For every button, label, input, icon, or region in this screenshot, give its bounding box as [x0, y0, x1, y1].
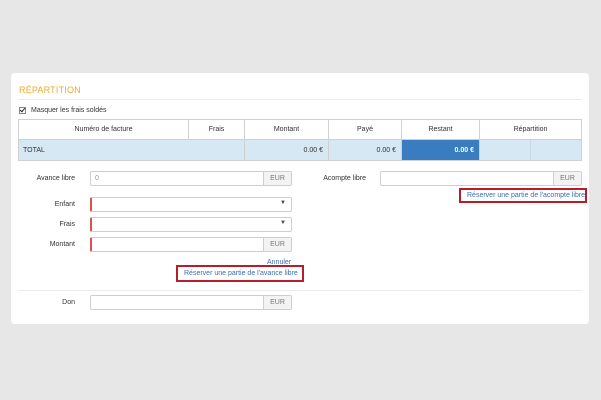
reserve-avance-callout: Réserver une partie de l'avance libre [176, 265, 304, 282]
reserve-acompte-callout: Réserver une partie de l'acompte libre [459, 188, 587, 203]
avance-libre-value: 0 [95, 175, 99, 182]
frais-select[interactable]: ▼ [90, 217, 292, 232]
summary-table: Numéro de facture Frais Montant Payé Res… [18, 119, 582, 161]
hide-paid-label: Masquer les frais soldés [31, 107, 107, 114]
form-divider [18, 290, 582, 291]
total-label: TOTAL [18, 139, 245, 161]
col-header-restant: Restant [401, 119, 480, 140]
don-input[interactable]: EUR [90, 295, 292, 310]
acompte-libre-label: Acompte libre [323, 175, 366, 182]
dropdown-caret-icon: ▼ [280, 200, 286, 206]
total-row: TOTAL 0.00 € 0.00 € 0.00 € [18, 139, 582, 161]
title-divider [18, 99, 582, 100]
don-label: Don [62, 299, 75, 306]
avance-libre-label: Avance libre [36, 175, 75, 182]
avance-libre-input[interactable]: 0 EUR [90, 171, 292, 186]
avance-libre-unit: EUR [263, 172, 291, 185]
col-header-repartition: Répartition [479, 119, 582, 140]
frais-label: Frais [59, 221, 75, 228]
table-header-row: Numéro de facture Frais Montant Payé Res… [18, 119, 582, 140]
col-header-paye: Payé [328, 119, 402, 140]
montant-input[interactable]: EUR [90, 237, 292, 252]
col-header-frais: Frais [188, 119, 245, 140]
montant-label: Montant [49, 241, 75, 248]
dropdown-caret-icon: ▼ [280, 220, 286, 226]
section-title: RÉPARTITION [19, 85, 81, 95]
enfant-select[interactable]: ▼ [90, 197, 292, 212]
don-unit: EUR [263, 296, 291, 309]
total-montant: 0.00 € [244, 139, 329, 161]
reserve-acompte-link[interactable]: Réserver une partie de l'acompte libre [467, 192, 585, 199]
enfant-label: Enfant [54, 201, 75, 208]
total-paye: 0.00 € [328, 139, 402, 161]
hide-paid-checkbox[interactable]: Masquer les frais soldés [19, 107, 106, 114]
col-header-invoice: Numéro de facture [18, 119, 189, 140]
col-header-montant: Montant [244, 119, 329, 140]
reserve-avance-link[interactable]: Réserver une partie de l'avance libre [184, 270, 298, 277]
repartition-panel: RÉPARTITION Masquer les frais soldés Num… [11, 73, 589, 324]
total-restant: 0.00 € [401, 139, 480, 161]
checkbox-checked-icon[interactable] [19, 107, 26, 114]
total-repartition [479, 139, 582, 161]
acompte-libre-input[interactable]: EUR [380, 171, 582, 186]
montant-unit: EUR [263, 238, 291, 251]
acompte-libre-unit: EUR [553, 172, 581, 185]
